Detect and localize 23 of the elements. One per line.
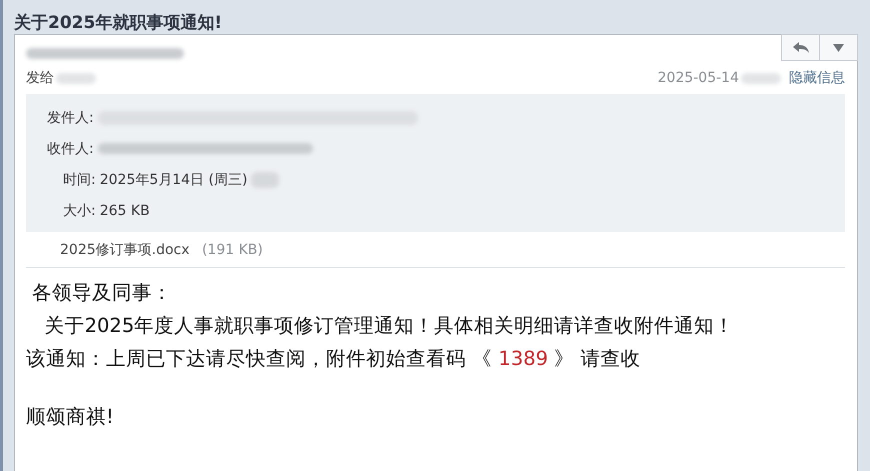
body-paragraph: 该通知：上周已下达请尽快查阅，附件初始查看码 《 1389 》 请查收 [26, 346, 642, 372]
mail-subject: 关于2025年就职事项通知! [14, 12, 224, 34]
body-paragraph: 关于2025年度人事就职事项修订管理通知！具体相关明细请详查收附件通知！ [44, 313, 736, 339]
attachment-size: (191 KB) [202, 242, 263, 258]
sent-date: 2025-05-14 [658, 70, 739, 86]
hide-details-link[interactable]: 隐藏信息 [789, 69, 845, 87]
detail-label: 时间: [63, 170, 96, 188]
redacted-value [251, 172, 280, 188]
redacted-time [741, 72, 781, 84]
detail-label: 收件人: [47, 140, 94, 158]
redacted-recipient [56, 72, 96, 84]
reply-arrow-icon [792, 42, 808, 54]
reply-button[interactable] [781, 34, 820, 61]
detail-label: 发件人: [47, 108, 94, 126]
detail-value: 2025年5月14日 (周三) [100, 170, 248, 188]
caret-icon [833, 44, 844, 52]
more-button[interactable] [819, 34, 858, 61]
detail-label: 大小: [63, 202, 96, 220]
attachment-link[interactable]: 2025修订事项.docx [60, 242, 190, 258]
body-paragraph: 顺颂商祺! [26, 404, 115, 430]
sent-to-label: 发给 [26, 69, 54, 87]
body-paragraph: 各领导及同事： [31, 280, 174, 306]
detail-value: 265 KB [100, 202, 150, 218]
